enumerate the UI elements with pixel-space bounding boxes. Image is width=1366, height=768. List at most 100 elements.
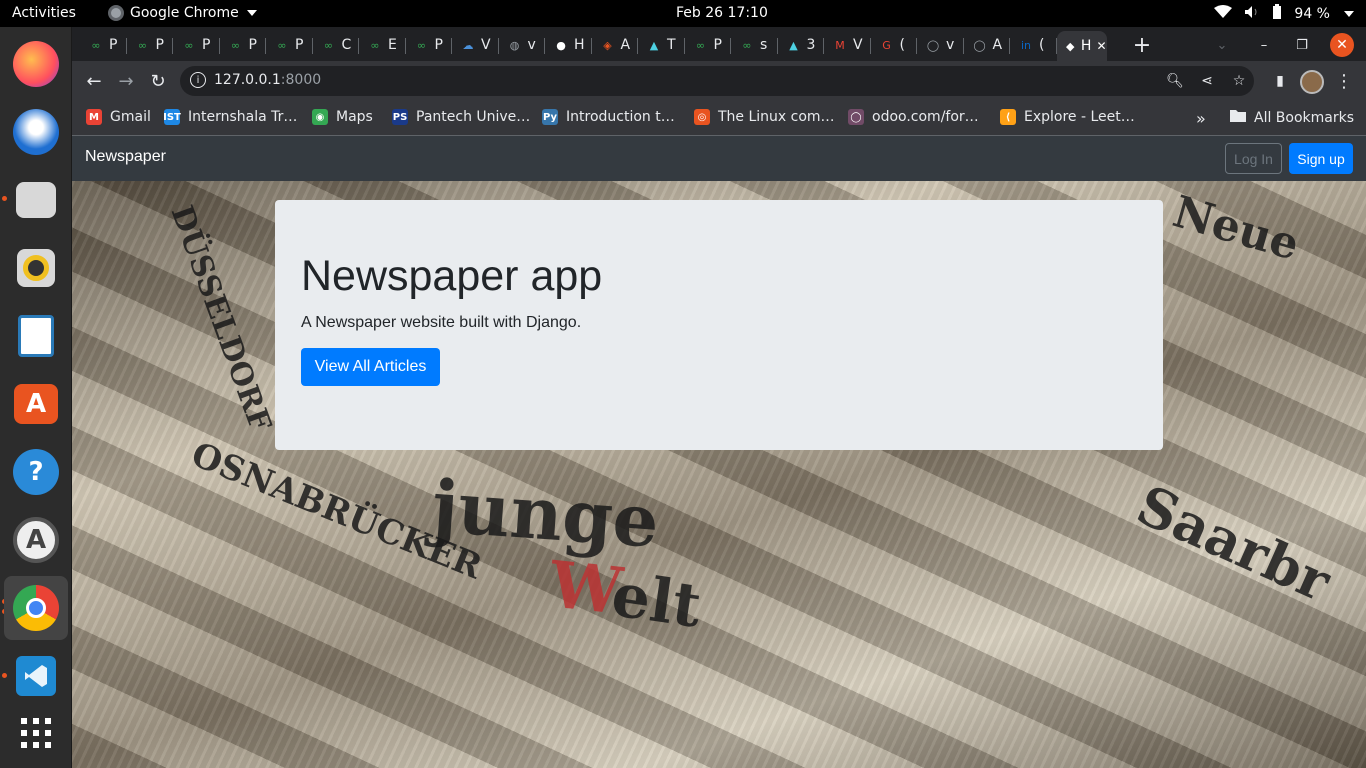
dock-chrome[interactable] (4, 576, 68, 640)
back-arrow-icon[interactable]: ← (80, 67, 108, 95)
bookmark-item[interactable]: ◯ odoo.com/for… (848, 109, 979, 125)
vscode-icon (16, 656, 56, 696)
chevron-down-icon (246, 10, 257, 16)
site-brand[interactable]: Newspaper (85, 148, 166, 166)
dock-thunderbird[interactable] (4, 100, 68, 164)
bookmark-star-icon[interactable]: ☆ (1228, 70, 1250, 92)
system-tray[interactable]: 94 % (1214, 4, 1354, 24)
bookmark-favicon-icon: PS (392, 109, 408, 125)
bookmark-item[interactable]: ◎ The Linux com… (694, 109, 835, 125)
bookmark-item[interactable]: ◉ Maps (312, 109, 373, 125)
browser-tab[interactable]: ◆ H ✕ (1056, 31, 1107, 61)
browser-tab[interactable]: ∞ s (731, 31, 778, 59)
close-window-button[interactable]: ✕ (1330, 33, 1354, 57)
webpage: Newspaper Log In Sign up junge W elt OSN… (72, 136, 1366, 768)
dock-app-center[interactable]: A (4, 372, 68, 436)
browser-tab[interactable]: ☁ V (452, 31, 499, 59)
bookmark-favicon-icon: Py (542, 109, 558, 125)
reload-icon[interactable]: ↻ (144, 67, 172, 95)
tab-search-icon[interactable]: ⌄ (1210, 33, 1234, 57)
bookmark-item[interactable]: M Gmail (86, 109, 151, 125)
tab-title: ( (899, 37, 905, 53)
dock-software-updater[interactable]: A (4, 508, 68, 572)
bookmark-item[interactable]: IST Internshala Tr… (163, 109, 298, 125)
browser-tab[interactable]: in ( (1010, 31, 1057, 59)
tab-favicon-icon: ▲ (649, 38, 659, 52)
browser-tab[interactable]: ◯ A (964, 31, 1010, 59)
dock-rhythmbox[interactable] (4, 236, 68, 300)
bookmark-label: odoo.com/for… (872, 109, 979, 125)
minimize-button[interactable]: – (1252, 33, 1276, 57)
bookmark-item[interactable]: Py Introduction t… (542, 109, 675, 125)
app-menu-label: Google Chrome (130, 5, 239, 21)
profile-avatar[interactable] (1300, 70, 1324, 94)
url-text[interactable]: 127.0.0.1:8000 (214, 72, 321, 88)
app-menu[interactable]: Google Chrome (108, 5, 257, 21)
share-icon[interactable]: ⋖ (1196, 70, 1218, 92)
bookmark-item[interactable]: PS Pantech Unive… (392, 109, 530, 125)
tab-title: P (155, 37, 164, 53)
zoom-icon[interactable]: 🔍︎ (1164, 70, 1186, 92)
browser-tab[interactable]: ∞ P (685, 31, 731, 59)
bookmark-label: Internshala Tr… (188, 109, 298, 125)
bookmarks-overflow-button[interactable]: » (1196, 109, 1206, 128)
clock[interactable]: Feb 26 17:10 (676, 5, 768, 21)
tab-title: P (713, 37, 722, 53)
dock-help[interactable]: ? (4, 440, 68, 504)
tab-favicon-icon: ◈ (603, 38, 612, 52)
tab-favicon-icon: ◯ (926, 38, 940, 52)
browser-tab[interactable]: ∞ E (359, 31, 406, 59)
login-button[interactable]: Log In (1225, 143, 1282, 174)
browser-tab[interactable]: ∞ P (406, 31, 452, 59)
new-tab-button[interactable]: + (1130, 33, 1154, 58)
bookmark-label: Introduction t… (566, 109, 675, 125)
browser-tab[interactable]: ▲ T (638, 31, 685, 59)
dock-vscode[interactable] (4, 644, 68, 708)
forward-arrow-icon[interactable]: → (112, 67, 140, 95)
address-bar[interactable]: i 127.0.0.1:8000 🔍︎ ⋖ ☆ (180, 66, 1254, 96)
browser-tab[interactable]: ◈ A (592, 31, 638, 59)
tab-favicon-icon: ∞ (695, 38, 706, 52)
dock-files[interactable] (4, 168, 68, 232)
browser-tab[interactable]: ∞ P (173, 31, 220, 59)
tab-title: V (853, 37, 863, 53)
browser-tab[interactable]: MV (824, 31, 871, 59)
tab-strip: ∞ P ∞ P ∞ P ∞ P ∞ P ∞ C ∞ E ∞ P ☁ V ◍ v ● H ◈ A ▲ T ∞ P ∞ s ▲ 3 M V G(◯ v ◯ A… (72, 27, 1366, 61)
close-tab-icon[interactable]: ✕ (1096, 39, 1106, 53)
maximize-button[interactable]: ❐ (1290, 33, 1314, 57)
chevron-down-icon (1344, 11, 1354, 17)
tab-title: P (109, 37, 118, 53)
activities-button[interactable]: Activities (12, 5, 76, 21)
bookmark-item[interactable]: ⟨ Explore - Leet… (1000, 109, 1135, 125)
chrome-icon (13, 585, 59, 631)
browser-tab[interactable]: ● H (545, 31, 592, 59)
tab-favicon-icon: ∞ (137, 38, 148, 52)
tab-favicon-icon: ∞ (230, 38, 241, 52)
side-panel-icon[interactable]: ▮ (1266, 67, 1294, 95)
browser-tab[interactable]: ∞ C (313, 31, 359, 59)
site-info-icon[interactable]: i (190, 72, 206, 88)
browser-tab[interactable]: ∞ P (266, 31, 313, 59)
browser-tab[interactable]: ∞ P (80, 31, 127, 59)
browser-tab[interactable]: ∞ P (220, 31, 266, 59)
browser-tab[interactable]: ◯ v (917, 31, 964, 59)
browser-tab[interactable]: ◍ v (499, 31, 545, 59)
tab-favicon-icon: ∞ (323, 38, 334, 52)
all-bookmarks-button[interactable]: All Bookmarks (1230, 109, 1354, 126)
show-apps-icon (21, 718, 51, 748)
menu-kebab-icon[interactable]: ⋮ (1330, 67, 1358, 95)
software-updater-icon: A (13, 517, 59, 563)
newspaper-masthead-art: DÜSSELDORF (163, 201, 278, 436)
signup-button[interactable]: Sign up (1289, 143, 1353, 174)
browser-tab[interactable]: G( (871, 31, 917, 59)
bookmark-label: Pantech Unive… (416, 109, 531, 125)
dock: A ? A (0, 27, 72, 768)
dock-show-apps[interactable] (4, 701, 68, 765)
view-all-articles-button[interactable]: View All Articles (301, 348, 440, 386)
dock-libreoffice-writer[interactable] (4, 304, 68, 368)
folder-icon (1230, 109, 1246, 126)
dock-firefox[interactable] (4, 32, 68, 96)
browser-tab[interactable]: ▲ 3 (778, 31, 824, 59)
browser-tab[interactable]: ∞ P (127, 31, 173, 59)
bookmark-label: Gmail (110, 109, 151, 125)
